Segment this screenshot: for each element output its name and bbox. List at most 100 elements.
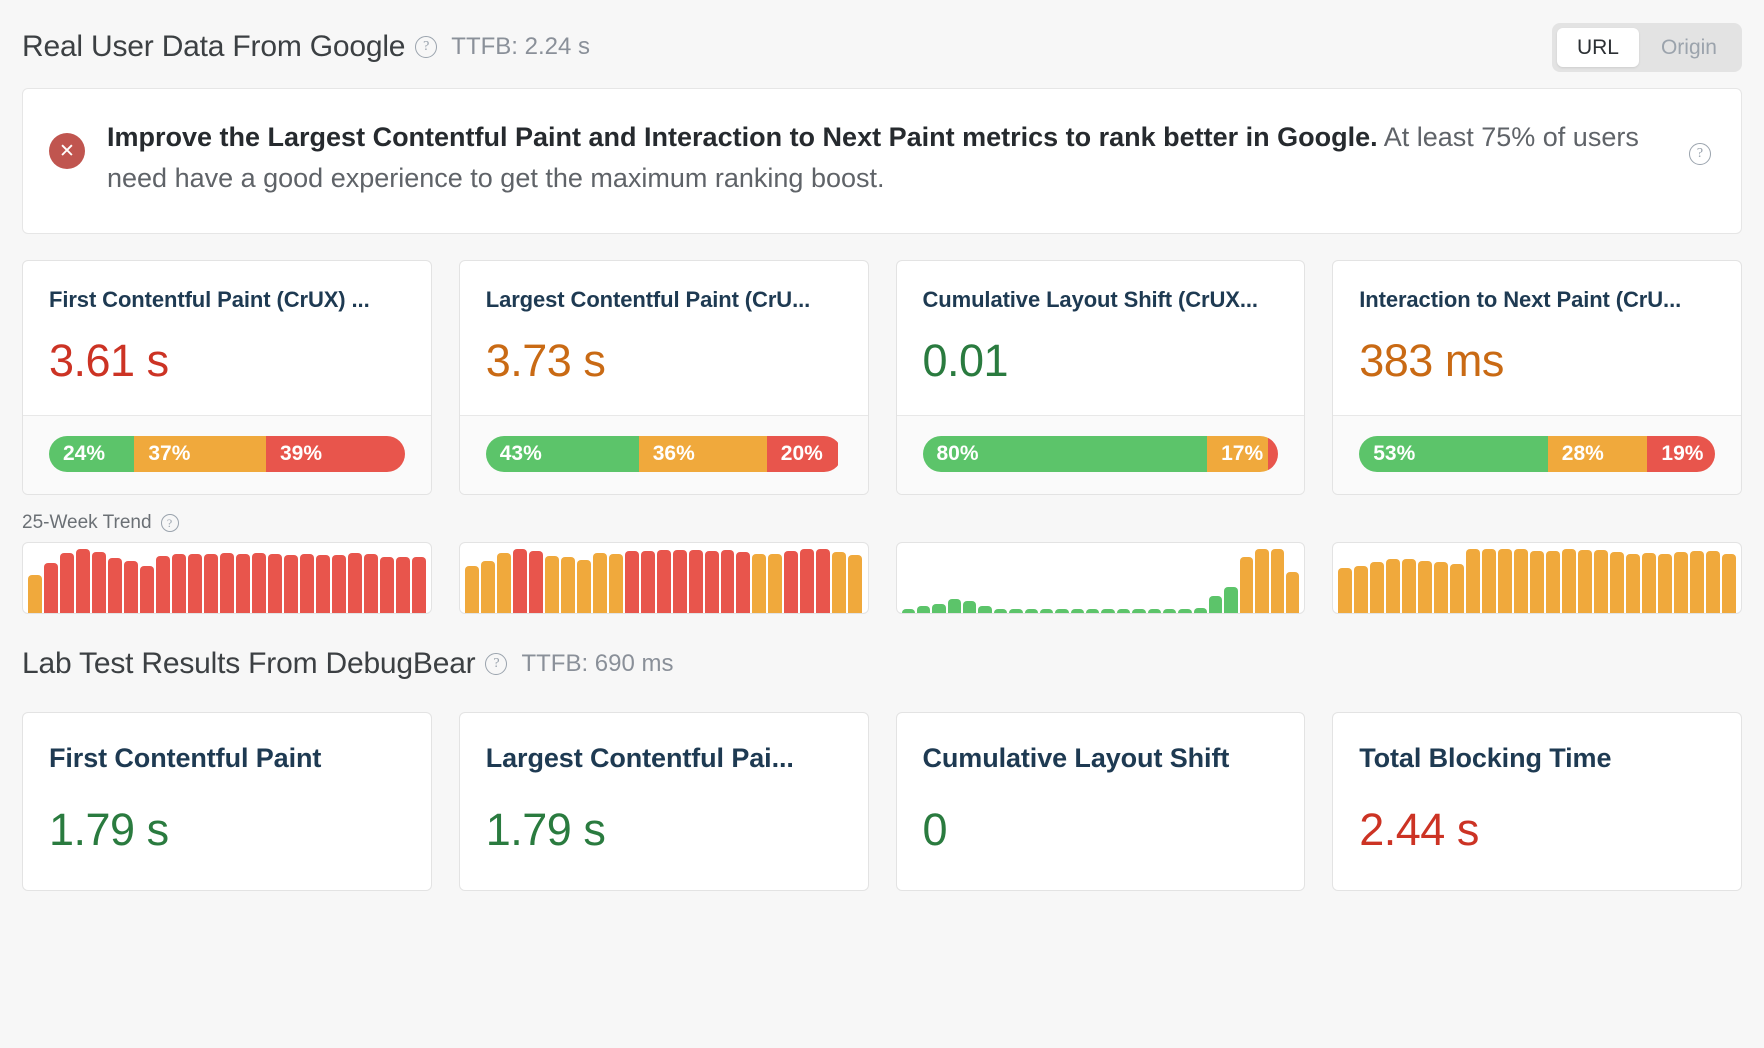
crux-metric-card-grid: First Contentful Paint (CrUX) ... 3.61 s 2… [22,260,1742,495]
sparkline-bar [1116,608,1131,613]
lab-section-title: Lab Test Results From DebugBear [22,647,476,680]
crux-metric-card[interactable]: Cumulative Layout Shift (CrUX... 0.01 80% 1… [895,260,1306,495]
card-value: 1.79 s [49,804,169,855]
sparkline-bar [1418,560,1433,613]
distribution-segment-average: 36% [638,436,767,472]
alert-message-strong: Improve the Largest Contentful Paint and… [107,122,1378,152]
card-footer: 43% 36% 20% [459,415,868,494]
card-value: 2.44 s [1359,804,1479,855]
lab-metric-card[interactable]: Cumulative Layout Shift 0 [895,712,1306,891]
sparkline-bar [59,552,74,613]
sparkline-bar [560,557,575,613]
sparkline-bar [219,553,234,613]
error-circle-icon: ✕ [49,133,85,169]
sparkline-bar [656,550,671,613]
trend-sparkline[interactable] [895,542,1306,614]
distribution-segment-poor: 20% [766,436,838,472]
crux-metric-card[interactable]: Largest Contentful Paint (CrU... 3.73 s 43… [458,260,869,495]
card-footer: 80% 17% [896,415,1305,494]
card-title: Largest Contentful Pai... [485,743,794,773]
sparkline-bar [1285,572,1300,613]
card-body: Total Blocking Time 2.44 s [1333,713,1741,890]
distribution-segment-poor: 19% [1647,436,1715,472]
sparkline-bar [1255,548,1269,613]
distribution-segment-good: 43% [485,436,639,472]
sparkline-bar [379,556,394,613]
lab-metric-card[interactable]: Total Blocking Time 2.44 s [1332,712,1742,891]
sparkline-bar [1482,548,1497,613]
sparkline-bar [784,551,799,613]
card-body: Largest Contentful Pai... 1.79 s [460,713,868,890]
sparkline-bar [1039,608,1054,613]
url-origin-toggle[interactable]: URL Origin [1551,22,1742,72]
sparkline-bar [528,551,543,613]
sparkline-bar [800,549,815,613]
crux-header-left: Real User Data From Google ? TTFB: 2.24 … [22,30,590,64]
sparkline-bar [1721,553,1736,613]
card-value: 1.79 s [485,804,606,855]
sparkline-bar [963,600,977,613]
alert-help-wrapper[interactable]: ? [1689,143,1711,165]
recommendation-alert: ✕ Improve the Largest Contentful Paint a… [22,88,1742,234]
sparkline-bar [267,554,282,613]
sparkline-bar [107,558,122,613]
sparkline-bar [1466,548,1481,613]
trend-sparkline[interactable] [22,542,432,614]
sparkline-bars [1338,543,1736,613]
trend-sparkline[interactable] [458,542,869,614]
distribution-segment-poor: 39% [266,436,405,472]
sparkline-bar [592,553,607,613]
sparkline-bar [464,566,479,613]
card-value: 383 ms [1359,335,1504,386]
sparkline-bar [916,605,931,613]
help-circle-icon[interactable]: ? [415,36,438,58]
sparkline-bar [768,554,783,613]
sparkline-bar [1009,608,1023,613]
help-circle-icon[interactable]: ? [485,653,508,675]
sparkline-bar [1514,549,1529,613]
sparkline-bar [1209,595,1223,613]
sparkline-bar [1132,608,1146,613]
trend-sparkline[interactable] [1332,542,1742,614]
toggle-option-origin[interactable]: Origin [1641,28,1737,67]
card-title: First Contentful Paint [49,743,322,773]
crux-metric-card[interactable]: First Contentful Paint (CrUX) ... 3.61 s 2… [22,260,432,495]
card-title: First Contentful Paint (CrUX) ... [49,287,370,312]
sparkline-bar [947,598,961,613]
card-body: Cumulative Layout Shift 0 [897,713,1305,890]
crux-metric-card[interactable]: Interaction to Next Paint (CrU... 383 ms 5… [1332,260,1742,495]
sparkline-bar [1086,608,1100,613]
card-value: 3.61 s [49,335,169,386]
sparkline-bar [1101,608,1115,613]
sparkline-bar [1270,548,1284,613]
card-body: Cumulative Layout Shift (CrUX... 0.01 [897,261,1305,415]
distribution-segment-good: 80% [922,436,1208,472]
sparkline-bar [736,551,751,613]
distribution-segment-good: 24% [49,436,135,472]
sparkline-bars [464,543,863,613]
sparkline-bar [299,554,314,613]
card-title: Cumulative Layout Shift (CrUX... [922,287,1258,312]
sparkline-bar [1070,608,1084,613]
sparkline-bar [1193,607,1207,613]
help-circle-icon[interactable]: ? [160,514,179,532]
sparkline-bar [720,550,735,613]
sparkline-bar [363,554,378,613]
sparkline-bar [640,551,655,613]
sparkline-bar [608,554,623,613]
sparkline-bar [1178,608,1192,613]
card-title: Cumulative Layout Shift [922,743,1230,773]
sparkline-bar [1641,552,1656,613]
help-circle-icon[interactable]: ? [1689,143,1711,165]
sparkline-bar [901,608,915,613]
sparkline-bar [1402,559,1417,613]
toggle-option-url[interactable]: URL [1556,27,1639,67]
sparkline-bar [1562,549,1577,613]
card-title: Total Blocking Time [1359,743,1612,773]
distribution-segment-average: 37% [134,436,266,472]
lab-metric-card[interactable]: Largest Contentful Pai... 1.79 s [458,712,869,891]
sparkline-bar [1370,561,1385,613]
lab-metric-card[interactable]: First Contentful Paint 1.79 s [22,712,432,891]
sparkline-bar [1338,568,1353,613]
sparkline-bar [816,549,831,613]
